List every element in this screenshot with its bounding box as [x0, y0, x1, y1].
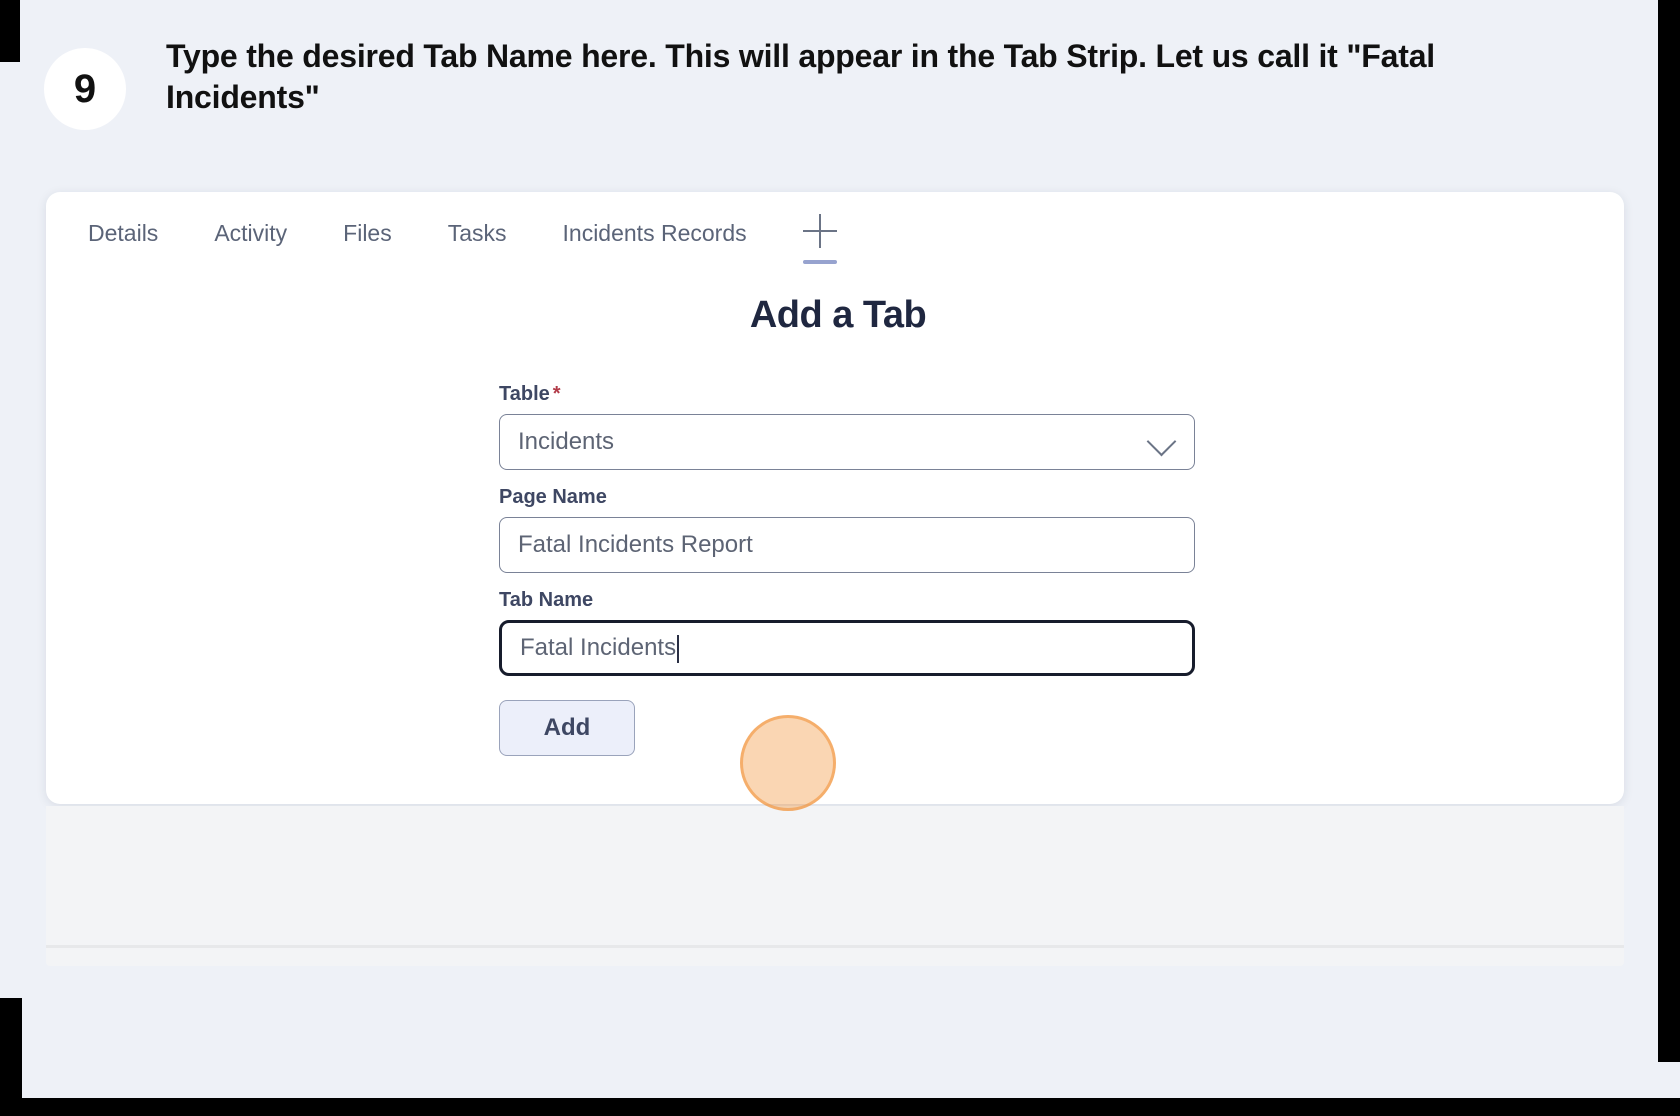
tab-label: Activity: [214, 220, 288, 246]
frame-edge-top-left: [0, 0, 20, 62]
lower-panel: [46, 806, 1624, 966]
table-select[interactable]: Incidents: [499, 414, 1195, 470]
table-label: Table *: [499, 383, 1195, 406]
table-label-text: Table: [499, 383, 550, 405]
tab-label: Files: [343, 220, 392, 246]
add-tab-form: Add a Tab Table * Incidents Page Name Fat…: [475, 294, 1195, 756]
lower-panel-divider: [46, 945, 1624, 948]
tab-incidents-records[interactable]: Incidents Records: [535, 214, 775, 269]
active-tab-indicator: [802, 260, 837, 264]
app-card: Details Activity Files Tasks Incidents R…: [46, 192, 1624, 804]
tab-name-input[interactable]: Fatal Incidents: [499, 620, 1195, 676]
chevron-down-icon: [1146, 426, 1177, 457]
page-name-value: Fatal Incidents Report: [518, 531, 753, 558]
tab-add-new[interactable]: [775, 214, 865, 270]
tab-strip: Details Activity Files Tasks Incidents R…: [46, 192, 1624, 266]
instruction-callout: 9 Type the desired Tab Name here. This w…: [44, 36, 1524, 130]
field-table: Table * Incidents: [499, 383, 1195, 470]
tab-activity[interactable]: Activity: [186, 214, 315, 269]
form-title: Add a Tab: [749, 294, 927, 336]
frame-edge-bottom: [0, 1098, 1680, 1116]
tab-name-value: Fatal Incidents: [520, 634, 677, 661]
table-select-value: Incidents: [518, 428, 615, 455]
tab-label: Incidents Records: [562, 220, 747, 246]
tab-tasks[interactable]: Tasks: [420, 214, 535, 269]
plus-icon: [802, 214, 837, 248]
tab-label: Tasks: [447, 220, 507, 246]
text-cursor: [677, 635, 680, 663]
tab-name-label: Tab Name: [499, 589, 594, 611]
add-button[interactable]: Add: [499, 700, 635, 756]
required-asterisk: *: [552, 383, 561, 405]
tab-label: Details: [88, 220, 159, 246]
instruction-text: Type the desired Tab Name here. This wil…: [166, 38, 1435, 115]
tab-files[interactable]: Files: [315, 214, 420, 269]
frame-edge-right: [1658, 0, 1680, 1062]
field-tab-name: Tab Name Fatal Incidents: [499, 589, 1195, 676]
page-name-label: Page Name: [499, 486, 607, 508]
step-number-badge: 9: [44, 48, 126, 130]
field-page-name: Page Name Fatal Incidents Report: [499, 486, 1195, 573]
frame-edge-bottom-left: [0, 998, 22, 1116]
tab-details[interactable]: Details: [60, 214, 186, 269]
page-name-input[interactable]: Fatal Incidents Report: [499, 517, 1195, 573]
